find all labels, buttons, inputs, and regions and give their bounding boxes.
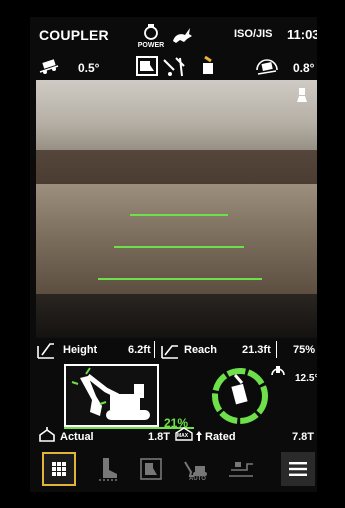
pitch-value: 0.5° <box>78 61 100 75</box>
grid-icon <box>52 462 66 476</box>
divider <box>276 341 277 358</box>
roll-value: 0.8° <box>293 61 315 75</box>
trench-floor <box>36 184 317 300</box>
reach-icon <box>161 345 178 359</box>
load-readout-row: Actual 1.8T MAX Rated 7.8T <box>30 421 317 451</box>
distance-guide-line-near <box>98 278 262 280</box>
percent-value: 75% <box>293 344 316 356</box>
camera-background <box>36 80 317 152</box>
tilt-gauge <box>212 368 268 424</box>
reach-label: Reach <box>184 344 218 356</box>
status-bar: COUPLER POWER ISO/JIS 11:03 <box>30 17 317 53</box>
auto-label: AUTO <box>189 476 206 482</box>
bucket-frame-icon <box>140 458 162 480</box>
boot-view-button[interactable] <box>94 452 124 486</box>
hamburger-menu-icon <box>289 462 307 476</box>
divider <box>154 341 155 358</box>
geometry-readout-row: Height 6.2ft Reach 21.3ft 75% <box>30 339 317 361</box>
excavator-side-view <box>64 364 159 427</box>
grade-view-button[interactable] <box>224 452 258 486</box>
rated-label: Rated <box>205 431 236 443</box>
actual-label: Actual <box>60 431 94 443</box>
bucket-view-button[interactable] <box>136 452 166 486</box>
angle-bar: 0.5° 0.8° <box>30 55 317 81</box>
rabbit-speed-icon <box>173 28 192 43</box>
mode-label: COUPLER <box>39 27 109 43</box>
excavator-icon <box>71 367 150 420</box>
power-mode-indicator: POWER <box>134 23 168 53</box>
hammer-tool-icon[interactable] <box>162 56 188 78</box>
attachment-tool-icon[interactable] <box>198 55 218 77</box>
app-grid-button[interactable] <box>42 452 76 486</box>
hamburger-menu-button[interactable] <box>281 452 315 486</box>
height-icon <box>37 343 54 359</box>
machine-pitch-icon <box>39 59 59 74</box>
height-value: 6.2ft <box>128 344 151 356</box>
boot-icon <box>99 458 119 481</box>
camera-switch-icon[interactable] <box>294 86 310 104</box>
actual-value: 1.8T <box>148 431 171 443</box>
machine-roll-icon <box>256 59 278 75</box>
up-arrow-icon <box>196 431 202 441</box>
tilt-rotator-icon <box>271 366 285 376</box>
machine-blade-edge <box>36 294 317 338</box>
device-frame: COUPLER POWER ISO/JIS 11:03 0.5° 0.8° He… <box>0 0 345 508</box>
bucket-icon <box>140 61 154 71</box>
trench-wall <box>36 150 317 186</box>
display-screen: COUPLER POWER ISO/JIS 11:03 0.5° 0.8° He… <box>30 17 317 492</box>
rated-load-icon: MAX <box>174 425 194 445</box>
max-label: MAX <box>177 433 189 439</box>
control-pattern-label: ISO/JIS <box>234 28 273 40</box>
clock: 11:03 <box>287 27 317 42</box>
bucket-mode-button[interactable] <box>136 56 158 76</box>
rear-camera-view <box>36 80 317 338</box>
grade-control-icon <box>229 462 253 477</box>
engine-icon <box>144 24 158 40</box>
reach-value: 21.3ft <box>242 344 271 356</box>
distance-guide-line-far <box>130 214 228 216</box>
power-label: POWER <box>137 42 165 49</box>
rated-value: 7.8T <box>292 431 315 443</box>
machine-status-panel: 21% 12.5° <box>30 361 317 430</box>
height-label: Height <box>63 344 98 356</box>
actual-load-icon <box>39 427 55 442</box>
distance-guide-line-mid <box>114 246 244 248</box>
tilt-angle-value: 12.5° <box>295 373 317 384</box>
bottom-navigation: AUTO <box>30 448 317 492</box>
